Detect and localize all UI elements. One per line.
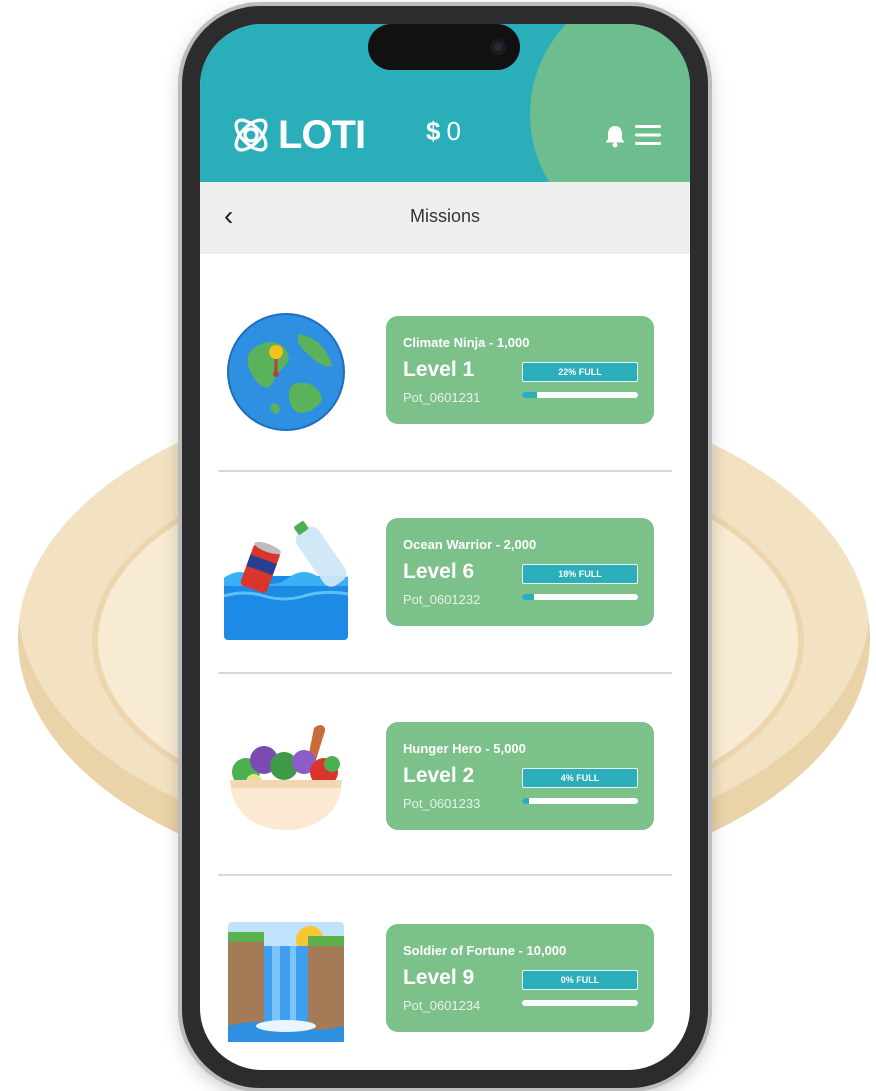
mission-percent-badge: 18% FULL	[522, 564, 638, 584]
mission-card[interactable]: Soldier of Fortune - 10,000 Level 9 Pot_…	[386, 924, 654, 1032]
globe-icon	[227, 313, 345, 431]
loti-knot-icon	[234, 118, 268, 152]
mission-level: Level 9	[403, 966, 475, 989]
phone-notch	[368, 24, 520, 70]
wallet-balance[interactable]: $0	[426, 116, 461, 147]
mission-pot-id: Pot_0601232	[403, 592, 481, 607]
mission-title: Soldier of Fortune - 10,000	[403, 943, 567, 958]
header-decor-blob	[530, 24, 690, 182]
mission-row-hunger-hero[interactable]: Hunger Hero - 5,000 Level 2 Pot_0601233 …	[200, 674, 690, 876]
ocean-plastic-icon	[224, 521, 348, 640]
mission-progress-bar	[522, 594, 638, 600]
mission-level: Level 2	[403, 764, 475, 787]
page-nav-bar: ‹ Missions	[200, 182, 690, 254]
mission-progress-fill	[522, 594, 534, 600]
brand-name: LOTI	[278, 112, 366, 157]
mission-title: Ocean Warrior - 2,000	[403, 537, 537, 552]
balance-value: 0	[446, 116, 461, 146]
mission-progress-bar	[522, 392, 638, 398]
mission-percent-badge: 22% FULL	[522, 362, 638, 382]
balance-currency: $	[426, 116, 441, 146]
mission-title: Climate Ninja - 1,000	[403, 335, 530, 350]
mission-pot-id: Pot_0601234	[403, 998, 481, 1013]
bell-icon[interactable]	[604, 124, 626, 148]
waterfall-icon	[228, 922, 344, 1042]
mission-row-ocean-warrior[interactable]: Ocean Warrior - 2,000 Level 6 Pot_060123…	[200, 472, 690, 674]
mission-progress-bar	[522, 1000, 638, 1006]
mission-progress-bar	[522, 798, 638, 804]
front-camera	[490, 39, 506, 55]
mission-percent-badge: 4% FULL	[522, 768, 638, 788]
mission-card[interactable]: Climate Ninja - 1,000 Level 1 Pot_060123…	[386, 316, 654, 424]
mission-percent-badge: 0% FULL	[522, 970, 638, 990]
mission-level: Level 1	[403, 358, 475, 381]
mission-row-climate-ninja[interactable]: Climate Ninja - 1,000 Level 1 Pot_060123…	[200, 254, 690, 456]
mission-progress-fill	[522, 392, 538, 398]
mission-pot-id: Pot_0601231	[403, 390, 481, 405]
mission-card[interactable]: Hunger Hero - 5,000 Level 2 Pot_0601233 …	[386, 722, 654, 830]
mission-row-soldier-of-fortune[interactable]: Soldier of Fortune - 10,000 Level 9 Pot_…	[200, 876, 690, 1070]
mission-progress-fill	[522, 798, 529, 804]
mission-level: Level 6	[403, 560, 475, 583]
mission-pot-id: Pot_0601233	[403, 796, 481, 811]
salad-bowl-icon	[230, 725, 342, 830]
app-screen: LOTI $0 ‹ Missions Climate Ninja - 1,000…	[200, 24, 690, 1070]
phone-frame: LOTI $0 ‹ Missions Climate Ninja - 1,000…	[182, 6, 708, 1088]
page-title: Missions	[409, 206, 480, 226]
mission-card[interactable]: Ocean Warrior - 2,000 Level 6 Pot_060123…	[386, 518, 654, 626]
hamburger-menu-icon[interactable]	[634, 124, 662, 146]
brand-logo[interactable]: LOTI	[228, 112, 366, 158]
mission-title: Hunger Hero - 5,000	[403, 741, 526, 756]
